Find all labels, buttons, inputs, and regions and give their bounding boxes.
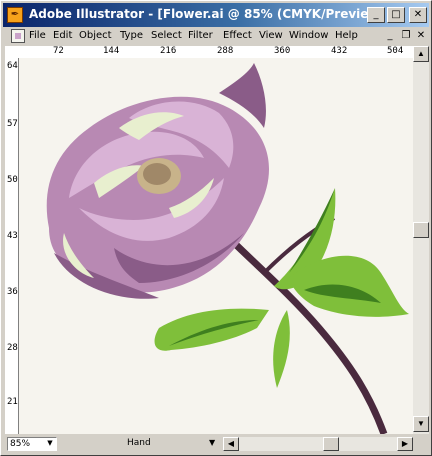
menu-object[interactable]: Object: [79, 30, 112, 41]
application-window: ✒ Adobe Illustrator - [Flower.ai @ 85% (…: [0, 0, 432, 456]
scroll-left-arrow[interactable]: ◀: [223, 437, 239, 451]
ruler-tick-label: 504: [387, 46, 404, 56]
menu-select[interactable]: Select: [151, 30, 182, 41]
hscroll-thumb[interactable]: [323, 437, 339, 451]
menu-effect[interactable]: Effect: [223, 30, 252, 41]
scroll-thumb[interactable]: [413, 222, 429, 238]
ruler-tick-label: 288: [7, 343, 18, 353]
ruler-tick-label: 648: [7, 61, 18, 71]
ruler-tick-label: 216: [160, 46, 177, 56]
horizontal-scrollbar[interactable]: ◀ ▶: [223, 437, 413, 451]
status-bar: 85% ▼ Hand ▼ ◀ ▶: [3, 435, 429, 453]
vertical-scrollbar[interactable]: ▲ ▼: [413, 46, 429, 434]
ruler-tick-label: 360: [7, 287, 18, 297]
close-button[interactable]: ✕: [409, 7, 427, 23]
maximize-button[interactable]: □: [387, 7, 405, 23]
scroll-up-arrow[interactable]: ▲: [413, 46, 429, 62]
ruler-tick-label: 216: [7, 397, 18, 407]
menu-bar: File Edit Object Type Select Filter Effe…: [3, 28, 429, 46]
menu-edit[interactable]: Edit: [53, 30, 72, 41]
status-dropdown-arrow[interactable]: ▼: [209, 438, 215, 447]
menu-view[interactable]: View: [259, 30, 283, 41]
document-icon[interactable]: [11, 29, 25, 43]
rose-center-core: [143, 163, 171, 185]
doc-close-button[interactable]: ✕: [414, 30, 428, 43]
artboard-canvas[interactable]: [19, 58, 413, 434]
leaf-small: [273, 310, 290, 388]
ruler-tick-label: 432: [7, 231, 18, 241]
menu-help[interactable]: Help: [335, 30, 358, 41]
menu-file[interactable]: File: [29, 30, 46, 41]
scroll-down-arrow[interactable]: ▼: [413, 416, 429, 432]
ruler-tick-label: 288: [217, 46, 234, 56]
window-title: Adobe Illustrator - [Flower.ai @ 85% (CM…: [29, 7, 395, 21]
zoom-dropdown-arrow[interactable]: ▼: [45, 438, 55, 448]
menu-type[interactable]: Type: [120, 30, 143, 41]
doc-restore-button[interactable]: ❐: [399, 30, 413, 43]
ruler-tick-label: 504: [7, 175, 18, 185]
title-bar[interactable]: ✒ Adobe Illustrator - [Flower.ai @ 85% (…: [3, 3, 429, 27]
doc-minimize-button[interactable]: _: [383, 30, 397, 43]
illustrator-app-icon[interactable]: ✒: [7, 7, 23, 23]
menu-filter[interactable]: Filter: [188, 30, 213, 41]
minimize-button[interactable]: _: [367, 7, 385, 23]
flower-artwork: [46, 63, 409, 434]
ruler-tick-label: 144: [103, 46, 120, 56]
current-tool-label: Hand: [127, 438, 151, 448]
ruler-tick-label: 360: [274, 46, 291, 56]
ruler-tick-label: 576: [7, 119, 18, 129]
menu-window[interactable]: Window: [289, 30, 328, 41]
ruler-tick-label: 72: [53, 46, 64, 56]
vertical-ruler[interactable]: 648 576 504 432 360 288 216: [5, 58, 19, 434]
ruler-tick-label: 432: [331, 46, 348, 56]
scroll-right-arrow[interactable]: ▶: [397, 437, 413, 451]
